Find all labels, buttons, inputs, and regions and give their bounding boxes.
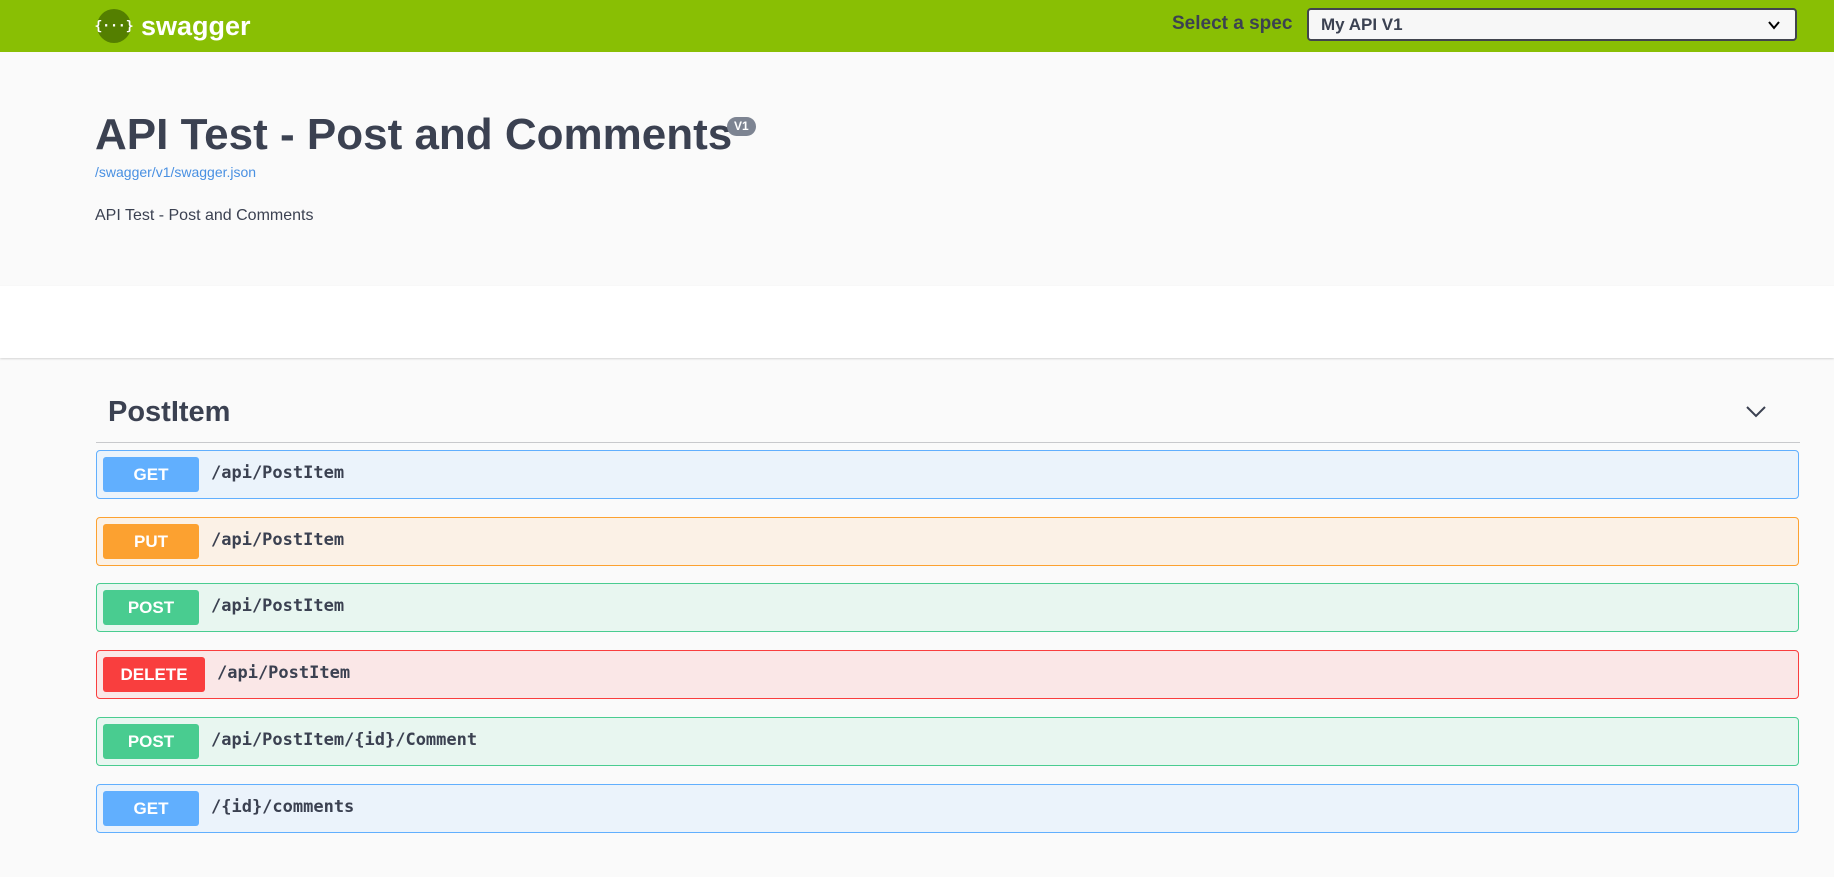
- method-badge: GET: [103, 457, 199, 492]
- info-section: API Test - Post and Comments V1 /swagger…: [0, 52, 1834, 286]
- operation-path: /{id}/comments: [211, 797, 355, 817]
- method-badge: POST: [103, 590, 199, 625]
- logo-text: swagger: [141, 10, 251, 41]
- api-description: API Test - Post and Comments: [95, 207, 314, 224]
- operation-path: /api/PostItem: [211, 530, 345, 550]
- spec-select-value: My API V1: [1321, 14, 1403, 34]
- operation-get-postitem[interactable]: GET /api/PostItem: [96, 450, 1799, 499]
- swagger-logo-icon: {···}: [94, 9, 134, 43]
- operation-get-comments[interactable]: GET /{id}/comments: [96, 784, 1799, 833]
- chevron-down-icon: [1768, 21, 1780, 30]
- swagger-logo[interactable]: {···} swagger: [94, 9, 251, 43]
- operation-delete-postitem[interactable]: DELETE /api/PostItem: [96, 650, 1799, 699]
- method-badge: GET: [103, 791, 199, 826]
- operation-path: /api/PostItem/{id}/Comment: [211, 730, 478, 750]
- operation-path: /api/PostItem: [217, 663, 351, 683]
- topbar: {···} swagger Select a spec My API V1: [0, 0, 1834, 52]
- method-badge: POST: [103, 724, 199, 759]
- chevron-down-icon[interactable]: [1744, 400, 1768, 424]
- operation-path: /api/PostItem: [211, 596, 345, 616]
- operation-put-postitem[interactable]: PUT /api/PostItem: [96, 517, 1799, 566]
- operation-post-postitem[interactable]: POST /api/PostItem: [96, 583, 1799, 632]
- version-badge: V1: [727, 117, 756, 136]
- tag-name: PostItem: [108, 396, 231, 428]
- method-badge: PUT: [103, 524, 199, 559]
- page-title: API Test - Post and Comments: [95, 110, 733, 159]
- spec-url-link[interactable]: /swagger/v1/swagger.json: [95, 164, 256, 180]
- spec-select[interactable]: My API V1: [1307, 8, 1797, 41]
- operation-path: /api/PostItem: [211, 463, 345, 483]
- operation-post-comment[interactable]: POST /api/PostItem/{id}/Comment: [96, 717, 1799, 766]
- tag-section-header[interactable]: PostItem: [96, 390, 1800, 443]
- method-badge: DELETE: [103, 657, 205, 692]
- spec-select-label: Select a spec: [1172, 13, 1293, 34]
- scheme-container: [0, 286, 1834, 358]
